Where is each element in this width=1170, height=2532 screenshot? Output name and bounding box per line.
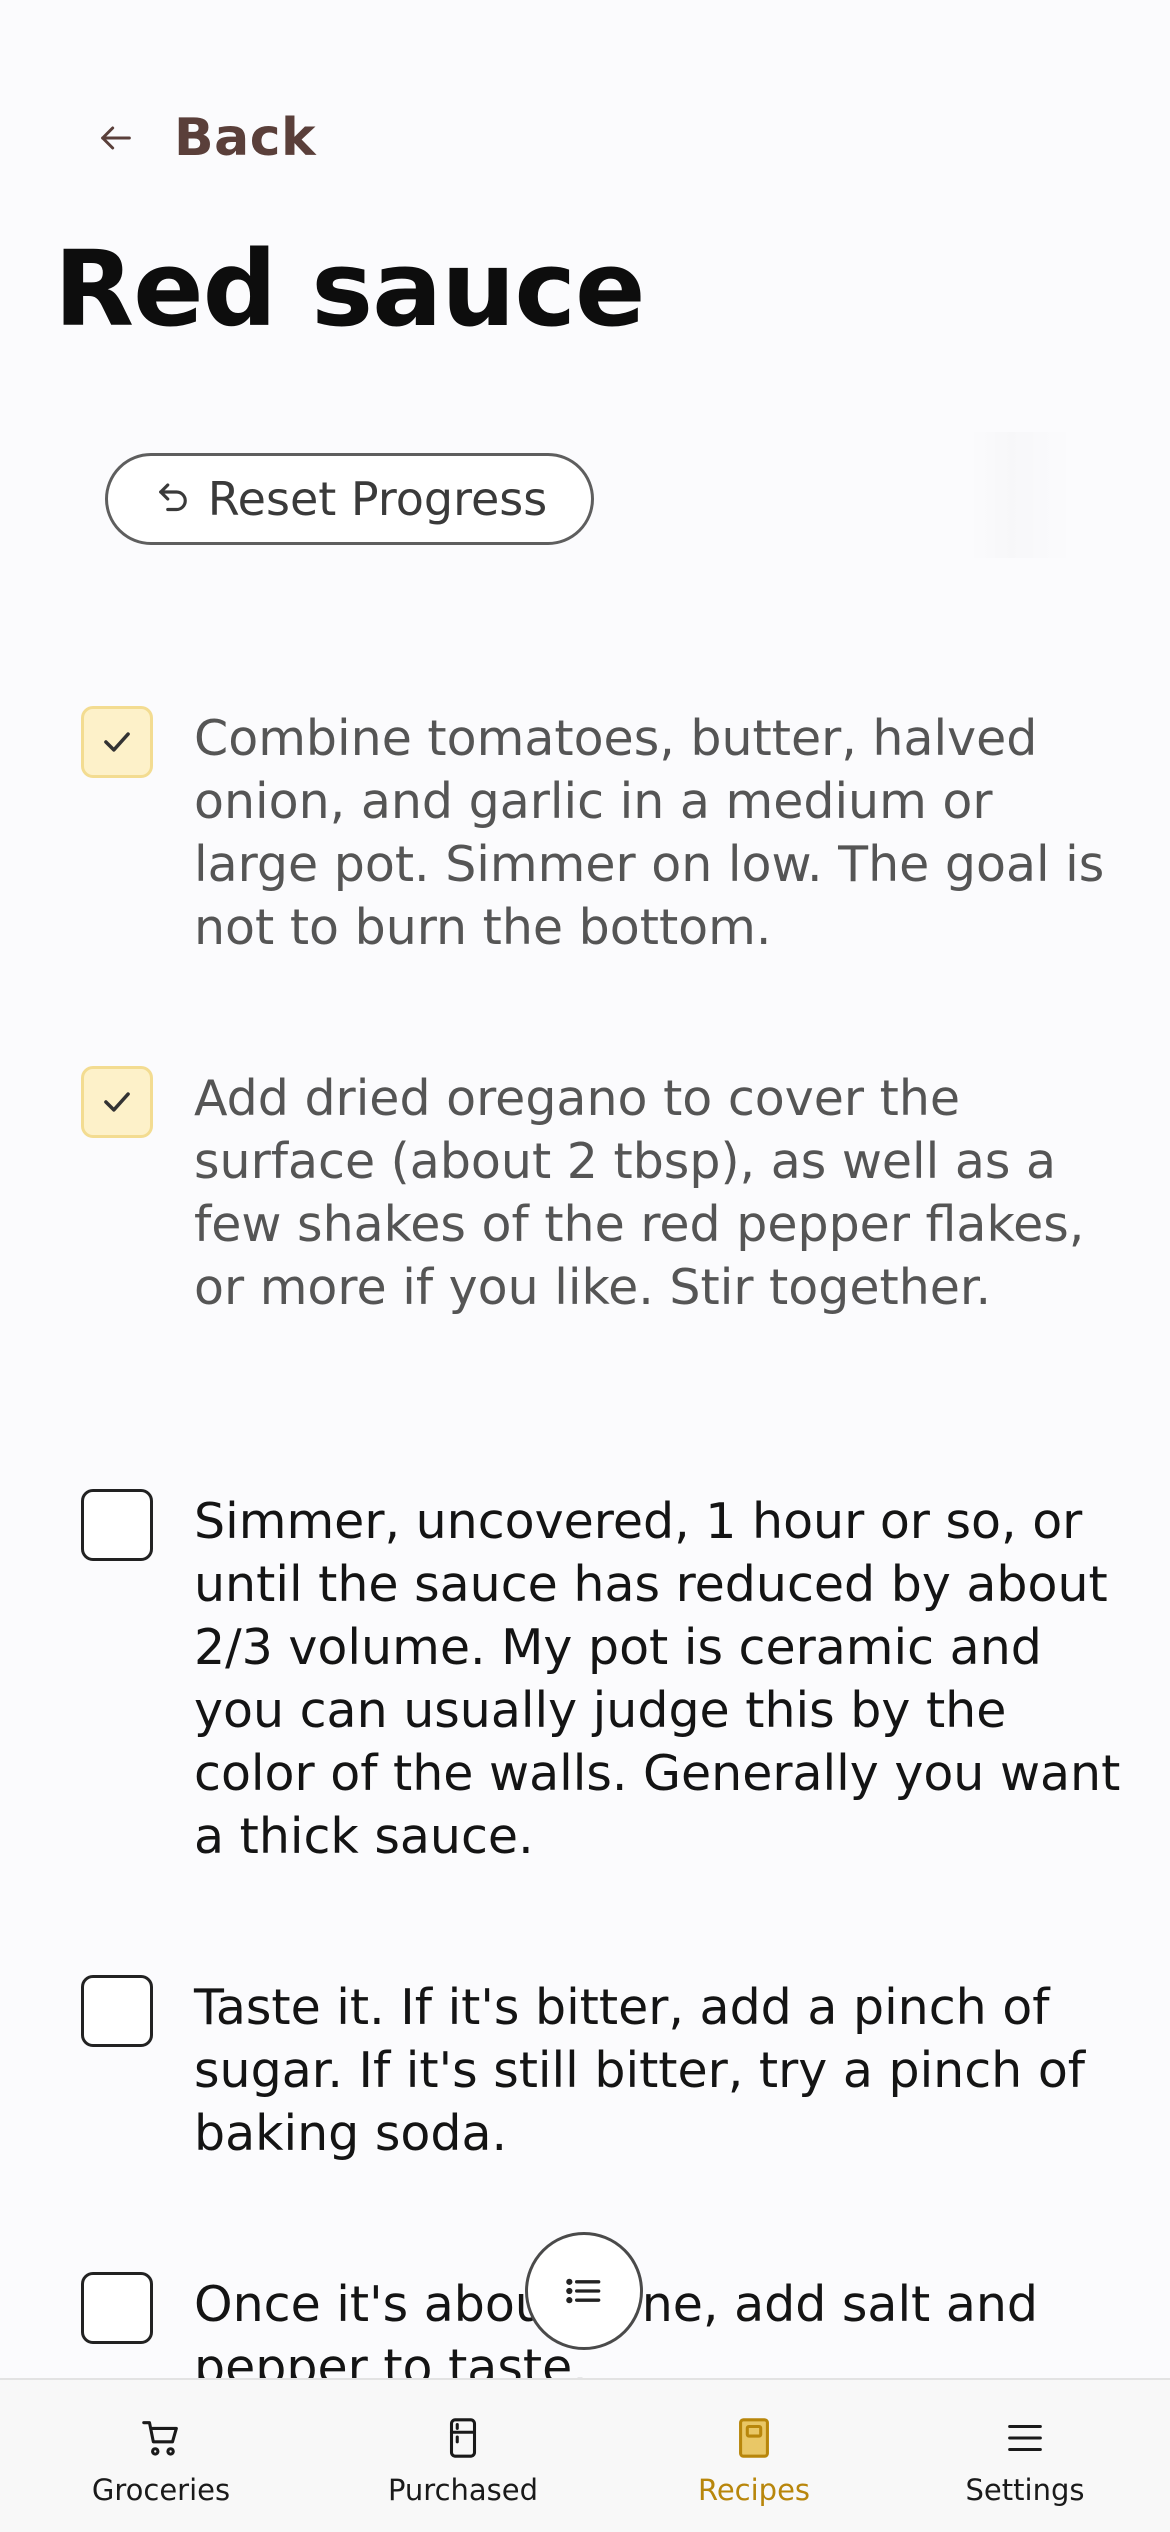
nav-label-recipes: Recipes xyxy=(697,2473,811,2507)
menu-icon xyxy=(1008,2424,1042,2452)
step-text: Combine tomatoes, butter, halved onion, … xyxy=(194,710,1105,956)
check-icon xyxy=(104,732,130,752)
reset-progress-button[interactable]: Reset Progress xyxy=(105,453,594,545)
check-icon xyxy=(104,1092,130,1112)
step-checkbox[interactable] xyxy=(81,1066,153,1138)
nav-item-purchased[interactable]: Purchased xyxy=(353,2380,573,2532)
step-text: Add dried oregano to cover the surface (… xyxy=(194,1070,1085,1316)
recipe-page: Back Red sauce Reset Progress Combine to… xyxy=(0,0,1170,2532)
nav-label-purchased: Purchased xyxy=(387,2473,539,2507)
book-icon xyxy=(739,2418,769,2458)
arrow-left-icon xyxy=(101,126,131,150)
cart-icon xyxy=(142,2421,178,2456)
nav-item-groceries[interactable]: Groceries xyxy=(51,2380,271,2532)
list-view-button[interactable] xyxy=(525,2232,643,2350)
list-icon xyxy=(566,2278,601,2304)
undo-icon xyxy=(158,483,187,512)
nav-item-recipes[interactable]: Recipes xyxy=(644,2380,864,2532)
decorative-block xyxy=(968,432,1074,558)
reset-progress-label: Reset Progress xyxy=(207,472,548,526)
nav-label-groceries: Groceries xyxy=(91,2473,231,2507)
step-checkbox[interactable] xyxy=(81,706,153,778)
back-button[interactable]: Back xyxy=(96,108,316,168)
step-text: Taste it. If it's bitter, add a pinch of… xyxy=(194,1979,1086,2162)
step-text: Simmer, uncovered, 1 hour or so, or unti… xyxy=(194,1493,1121,1865)
step-checkbox[interactable] xyxy=(81,1975,153,2047)
page-title: Red sauce xyxy=(54,228,646,350)
step-checkbox[interactable] xyxy=(81,2272,153,2344)
bottom-nav: Groceries Purchased Recipes Settings xyxy=(0,2378,1170,2532)
nav-label-settings: Settings xyxy=(965,2473,1085,2507)
fridge-icon xyxy=(449,2418,477,2458)
nav-item-settings[interactable]: Settings xyxy=(915,2380,1135,2532)
step-checkbox[interactable] xyxy=(81,1489,153,1561)
back-label: Back xyxy=(174,108,317,168)
